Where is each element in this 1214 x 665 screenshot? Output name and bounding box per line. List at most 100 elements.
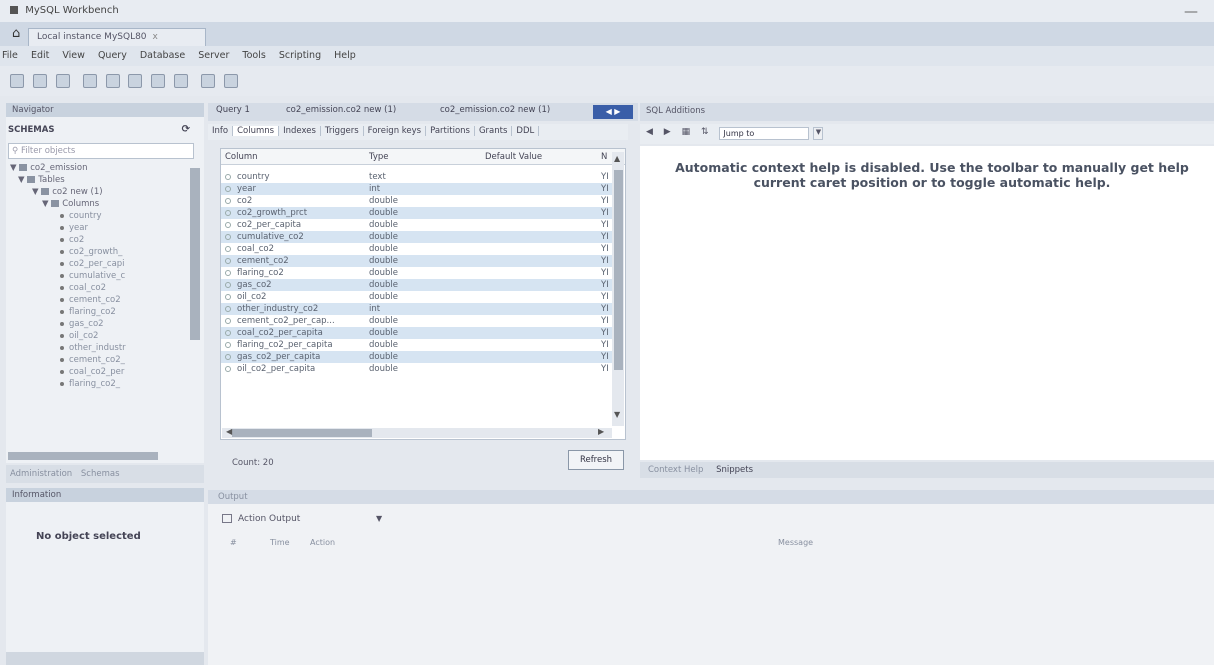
tree-column-item[interactable]: flaring_co2 bbox=[8, 306, 202, 318]
tab-columns[interactable]: Columns bbox=[233, 126, 280, 136]
expand-icon[interactable]: ▼ bbox=[42, 199, 49, 209]
table-row[interactable]: country text YI bbox=[221, 171, 613, 183]
table-row[interactable]: coal_co2_per_capita double YI bbox=[221, 327, 613, 339]
manual-help-icon[interactable]: ⇅ bbox=[701, 127, 709, 137]
tree-column-item[interactable]: year bbox=[8, 222, 202, 234]
scroll-right-icon[interactable]: ▶ bbox=[598, 427, 604, 436]
create-procedure-icon[interactable] bbox=[151, 74, 166, 88]
tree-item-schema[interactable]: ▼ co2_emission bbox=[8, 162, 202, 174]
tree-column-item[interactable]: other_industr bbox=[8, 342, 202, 354]
menu-query[interactable]: Query bbox=[98, 50, 127, 61]
forward-icon[interactable]: ▶ bbox=[664, 127, 671, 137]
toggle-auto-help-icon[interactable]: ▦ bbox=[682, 127, 691, 137]
table-row[interactable]: oil_co2_per_capita double YI bbox=[221, 363, 613, 375]
jump-to-select[interactable]: Jump to bbox=[719, 127, 810, 140]
reconnect-icon[interactable] bbox=[223, 74, 238, 88]
scroll-down-icon[interactable]: ▼ bbox=[614, 410, 620, 419]
create-schema-icon[interactable] bbox=[82, 74, 97, 88]
menu-scripting[interactable]: Scripting bbox=[279, 50, 321, 61]
search-table-data-icon[interactable] bbox=[201, 74, 215, 88]
menu-file[interactable]: File bbox=[2, 50, 18, 61]
tree-column-item[interactable]: cement_co2 bbox=[8, 294, 202, 306]
table-row[interactable]: gas_co2 double YI bbox=[221, 279, 613, 291]
output-col-time[interactable]: Time bbox=[270, 538, 290, 547]
tree-column-item[interactable]: co2_growth_ bbox=[8, 246, 202, 258]
tree-column-item[interactable]: co2 bbox=[8, 234, 202, 246]
refresh-button[interactable]: Refresh bbox=[568, 450, 624, 470]
minimize-button[interactable]: — bbox=[1184, 4, 1198, 20]
tree-column-item[interactable]: co2_per_capi bbox=[8, 258, 202, 270]
table-row[interactable]: cumulative_co2 double YI bbox=[221, 231, 613, 243]
navigator-horizontal-scrollbar[interactable] bbox=[8, 452, 158, 460]
table-row[interactable]: oil_co2 double YI bbox=[221, 291, 613, 303]
grid-scroll-thumb[interactable] bbox=[614, 170, 623, 370]
table-row[interactable]: cement_co2 double YI bbox=[221, 255, 613, 267]
table-row[interactable]: coal_co2 double YI bbox=[221, 243, 613, 255]
copy-icon[interactable] bbox=[222, 514, 232, 523]
tab-foreign-keys[interactable]: Foreign keys bbox=[363, 126, 427, 136]
tree-column-item[interactable]: coal_co2_per bbox=[8, 366, 202, 378]
tree-item-table[interactable]: ▼ co2 new (1) bbox=[8, 186, 202, 198]
header-default-value[interactable]: Default Value bbox=[485, 152, 542, 162]
tree-column-item[interactable]: gas_co2 bbox=[8, 318, 202, 330]
chevron-down-icon[interactable]: ▼ bbox=[376, 514, 382, 523]
menu-help[interactable]: Help bbox=[334, 50, 356, 61]
expand-icon[interactable]: ▼ bbox=[10, 163, 17, 173]
create-function-icon[interactable] bbox=[174, 74, 189, 88]
back-icon[interactable]: ◀ bbox=[646, 127, 653, 137]
tree-item-columns[interactable]: ▼ Columns bbox=[8, 198, 202, 210]
header-type[interactable]: Type bbox=[369, 152, 389, 162]
expand-icon[interactable]: ▼ bbox=[18, 175, 25, 185]
scroll-left-icon[interactable]: ◀ bbox=[226, 427, 232, 436]
open-sql-script-icon[interactable] bbox=[32, 74, 47, 88]
tree-item-tables[interactable]: ▼ Tables bbox=[8, 174, 202, 186]
tree-column-item[interactable]: oil_co2 bbox=[8, 330, 202, 342]
tab-navigation-arrows-icon[interactable]: ◀ ▶ bbox=[593, 105, 633, 119]
output-col-action[interactable]: Action bbox=[310, 538, 335, 547]
tree-column-item[interactable]: flaring_co2_ bbox=[8, 378, 202, 390]
table-row[interactable]: co2 double YI bbox=[221, 195, 613, 207]
home-icon[interactable]: ⌂ bbox=[12, 26, 20, 41]
tab-context-help[interactable]: Context Help bbox=[648, 465, 703, 475]
tree-column-item[interactable]: country bbox=[8, 210, 202, 222]
table-row[interactable]: co2_growth_prct double YI bbox=[221, 207, 613, 219]
tab-indexes[interactable]: Indexes bbox=[279, 126, 321, 136]
tree-column-item[interactable]: cement_co2_ bbox=[8, 354, 202, 366]
new-sql-tab-icon[interactable] bbox=[10, 74, 24, 88]
table-row[interactable]: flaring_co2_per_capita double YI bbox=[221, 339, 613, 351]
create-view-icon[interactable] bbox=[128, 74, 143, 88]
table-row[interactable]: gas_co2_per_capita double YI bbox=[221, 351, 613, 363]
tab-info[interactable]: Info bbox=[208, 126, 234, 136]
action-output-select[interactable]: Action Output bbox=[222, 514, 300, 524]
header-column[interactable]: Column bbox=[225, 152, 258, 162]
connection-tab[interactable]: Local instance MySQL80 x bbox=[28, 28, 206, 46]
output-col-message[interactable]: Message bbox=[778, 538, 813, 547]
filter-objects-input[interactable]: ⚲ Filter objects bbox=[8, 143, 194, 159]
menu-server[interactable]: Server bbox=[198, 50, 229, 61]
refresh-schemas-icon[interactable]: ⟳ bbox=[182, 124, 190, 135]
tab-triggers[interactable]: Triggers bbox=[320, 126, 364, 136]
tab-query-1[interactable]: Query 1 bbox=[216, 105, 250, 115]
grid-horizontal-thumb[interactable] bbox=[232, 429, 372, 437]
create-table-icon[interactable] bbox=[105, 74, 120, 88]
expand-icon[interactable]: ▼ bbox=[32, 187, 39, 197]
menu-tools[interactable]: Tools bbox=[242, 50, 265, 61]
close-icon[interactable]: x bbox=[153, 32, 158, 42]
table-row[interactable]: year int YI bbox=[221, 183, 613, 195]
tree-column-item[interactable]: cumulative_c bbox=[8, 270, 202, 282]
scroll-up-icon[interactable]: ▲ bbox=[614, 154, 620, 163]
table-row[interactable]: flaring_co2 double YI bbox=[221, 267, 613, 279]
tab-ddl[interactable]: DDL bbox=[512, 126, 540, 136]
tab-snippets[interactable]: Snippets bbox=[716, 465, 753, 475]
tab-table-editor-1[interactable]: co2_emission.co2 new (1) bbox=[286, 105, 396, 115]
inspector-icon[interactable] bbox=[55, 74, 70, 88]
tab-grants[interactable]: Grants bbox=[474, 126, 513, 136]
tab-table-editor-2[interactable]: co2_emission.co2 new (1) bbox=[440, 105, 550, 115]
menu-edit[interactable]: Edit bbox=[31, 50, 49, 61]
menu-view[interactable]: View bbox=[62, 50, 85, 61]
tab-schemas[interactable]: Schemas bbox=[81, 469, 120, 479]
table-row[interactable]: cement_co2_per_cap... double YI bbox=[221, 315, 613, 327]
output-col-num[interactable]: # bbox=[230, 538, 237, 547]
menu-database[interactable]: Database bbox=[140, 50, 185, 61]
table-row[interactable]: other_industry_co2 int YI bbox=[221, 303, 613, 315]
